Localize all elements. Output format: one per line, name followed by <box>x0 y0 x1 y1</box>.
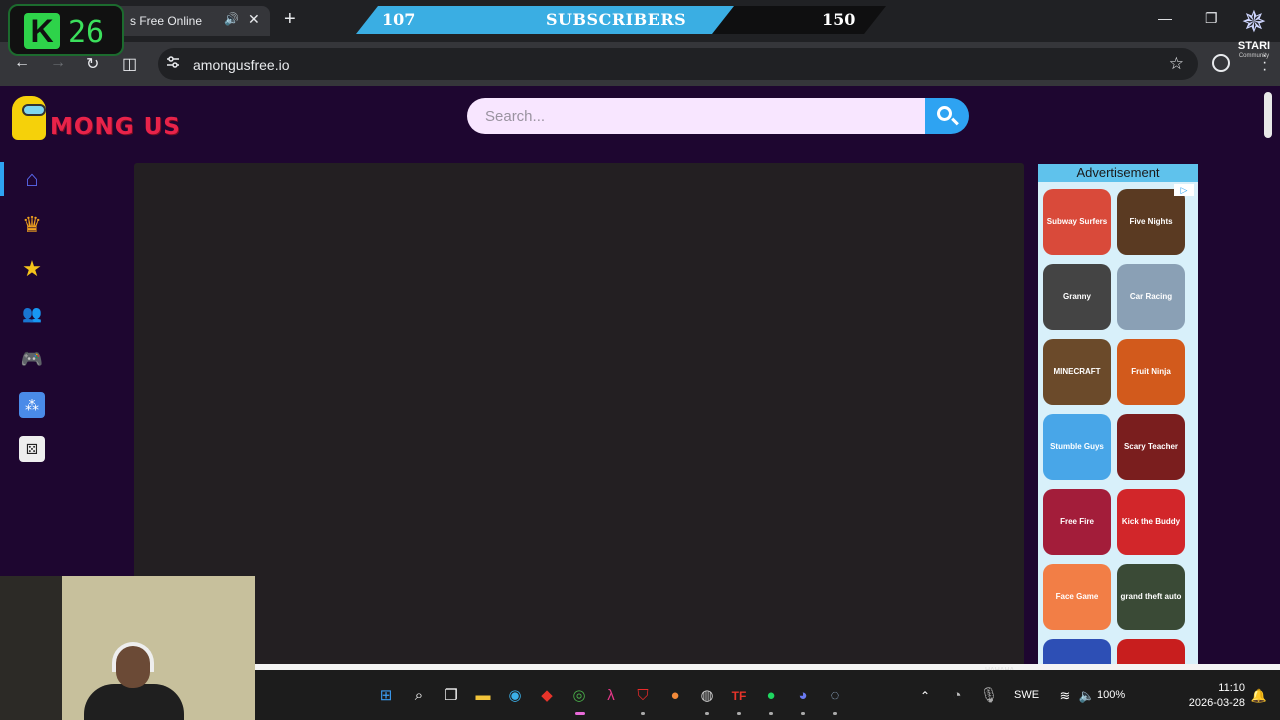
subscriber-goal-bar: 107 SUBSCRIBERS 150 <box>356 6 886 34</box>
star-icon[interactable]: ★ <box>19 256 45 282</box>
game-frame[interactable] <box>134 163 1024 666</box>
ad-game-tile[interactable]: MINECRAFT <box>1043 339 1111 405</box>
keyboard-language[interactable]: SWE <box>1014 689 1039 701</box>
discord-icon[interactable]: ◕ <box>793 686 813 706</box>
search-button[interactable] <box>925 98 969 134</box>
active-indicator <box>0 162 4 196</box>
ad-game-tile[interactable]: grand theft auto <box>1117 564 1185 630</box>
mcafee-icon[interactable]: ⛉ <box>633 686 653 706</box>
dice-icon[interactable]: ⚄ <box>19 436 45 462</box>
crewmate-visor <box>22 104 46 116</box>
ad-game-grid: Subway Surfers Five NightsGranny Car Racin… <box>1038 182 1198 664</box>
crown-icon[interactable]: ♛ <box>19 212 45 238</box>
notification-bell-icon[interactable]: 🔔 <box>1249 686 1269 706</box>
clock-time: 11:10 <box>1218 682 1245 694</box>
snowflake-star-icon: ✵ <box>1241 6 1267 39</box>
restore-icon[interactable]: ❐ <box>1205 10 1218 27</box>
app-red-diamond-icon[interactable]: ◆ <box>537 686 557 706</box>
k-count: 26 <box>68 15 105 50</box>
clock-date: 2026-03-28 <box>1188 697 1245 709</box>
subscribers-label: SUBSCRIBERS <box>546 10 687 29</box>
ad-game-tile[interactable]: Mario <box>1117 639 1185 664</box>
microphone-icon[interactable]: 🎙 <box>979 686 999 706</box>
ad-game-tile[interactable]: Scary Teacher <box>1117 414 1185 480</box>
k-logo: K <box>24 13 60 49</box>
spotify-icon[interactable]: ● <box>761 686 781 706</box>
reload-icon[interactable]: ↻ <box>86 54 99 74</box>
ad-header: Advertisement <box>1038 164 1198 182</box>
players-icon[interactable]: 👥 <box>19 302 45 328</box>
volume-icon[interactable]: 🔈 <box>1077 686 1097 706</box>
app-lambda-icon[interactable]: λ <box>601 686 621 706</box>
scrollbar-thumb[interactable] <box>1264 92 1272 138</box>
tray-app-icon[interactable]: ◔ <box>947 686 967 706</box>
battery-percent[interactable]: 100% <box>1097 689 1125 701</box>
stari-community-logo: ✵ STARI Community <box>1232 6 1276 68</box>
edge-icon[interactable]: ◉ <box>505 686 525 706</box>
profile-icon[interactable] <box>1212 54 1230 72</box>
brand-name: STARI <box>1237 40 1271 52</box>
tab-title: s Free Online <box>130 14 203 28</box>
logo-text: MONG US <box>50 114 181 140</box>
gamepad-icon[interactable]: 🎮 <box>19 346 45 372</box>
app-tf-icon[interactable]: TF <box>729 686 749 706</box>
url-text: amongusfree.io <box>193 57 290 73</box>
tray-chevron-up-icon[interactable]: ⌃ <box>915 686 935 706</box>
file-explorer-icon[interactable]: ▬ <box>473 686 493 706</box>
windows-taskbar: ⊞ ⌕ ❐ ▬ ◉ ◆ ◎ λ ⛉ ● ◍ TF ● ◕ ◌ ⌃ ◔ 🎙 SWE… <box>255 670 1280 720</box>
obs-icon[interactable]: ◍ <box>697 686 717 706</box>
ad-game-tile[interactable]: Stumble Guys <box>1043 414 1111 480</box>
house-icon[interactable]: ⌂ <box>19 166 45 192</box>
windows-start-icon[interactable]: ⊞ <box>376 686 396 706</box>
ad-game-tile[interactable]: Huggy <box>1043 639 1111 664</box>
subscribers-goal: 150 <box>822 10 856 29</box>
crewmate-icon <box>12 96 46 140</box>
ad-game-tile[interactable]: Free Fire <box>1043 489 1111 555</box>
speaker-icon[interactable]: 🔊 <box>224 12 239 26</box>
ad-game-tile[interactable]: Car Racing <box>1117 264 1185 330</box>
ad-game-tile[interactable]: Kick the Buddy <box>1117 489 1185 555</box>
bookmark-star-icon[interactable]: ☆ <box>1169 54 1184 74</box>
grid-icon[interactable]: ⁂ <box>19 392 45 418</box>
browser-toolbar: ← → ↻ ◫ amongusfree.io ☆ · · · <box>0 42 1280 86</box>
ad-game-tile[interactable]: Granny <box>1043 264 1111 330</box>
streamer-body <box>84 684 184 720</box>
ad-game-tile[interactable]: Subway Surfers <box>1043 189 1111 255</box>
taskbar-clock[interactable]: 11:10 2026-03-28 <box>1175 681 1245 711</box>
webcam-overlay <box>0 576 255 720</box>
minimize-icon[interactable]: — <box>1158 10 1172 26</box>
wifi-icon[interactable]: ≋ <box>1055 686 1075 706</box>
site-logo[interactable]: MONG US <box>12 96 187 142</box>
search-icon <box>937 106 952 121</box>
back-icon[interactable]: ← <box>14 54 30 72</box>
search-input[interactable] <box>467 98 925 134</box>
forward-icon[interactable]: → <box>50 54 66 72</box>
new-tab-button[interactable]: + <box>284 8 296 30</box>
address-bar[interactable]: amongusfree.io ☆ <box>158 48 1198 80</box>
brand-sub: Community <box>1238 53 1270 59</box>
ad-game-tile[interactable]: Fruit Ninja <box>1117 339 1185 405</box>
task-view-icon[interactable]: ❐ <box>441 686 461 706</box>
split-view-icon[interactable]: ◫ <box>122 54 137 74</box>
steam-icon[interactable]: ◌ <box>825 686 845 706</box>
kill-counter-overlay: K 26 <box>8 4 124 56</box>
advertisement-panel: Advertisement ▷ Subway Surfers Five Night… <box>1038 164 1198 664</box>
subscribers-current: 107 <box>382 10 416 29</box>
browser-tab[interactable]: s Free Online 🔊 ✕ <box>100 6 270 36</box>
close-tab-icon[interactable]: ✕ <box>248 11 260 28</box>
adchoices-icon[interactable]: ▷ <box>1174 184 1194 196</box>
site-info-icon[interactable] <box>166 55 180 69</box>
chrome-icon[interactable]: ◎ <box>569 686 589 706</box>
ad-game-tile[interactable]: Five Nights <box>1117 189 1185 255</box>
app-orange-circle-icon[interactable]: ● <box>665 686 685 706</box>
search-taskbar-icon[interactable]: ⌕ <box>409 686 429 706</box>
goal-bar-remaining <box>706 6 886 34</box>
ad-game-tile[interactable]: Face Game <box>1043 564 1111 630</box>
